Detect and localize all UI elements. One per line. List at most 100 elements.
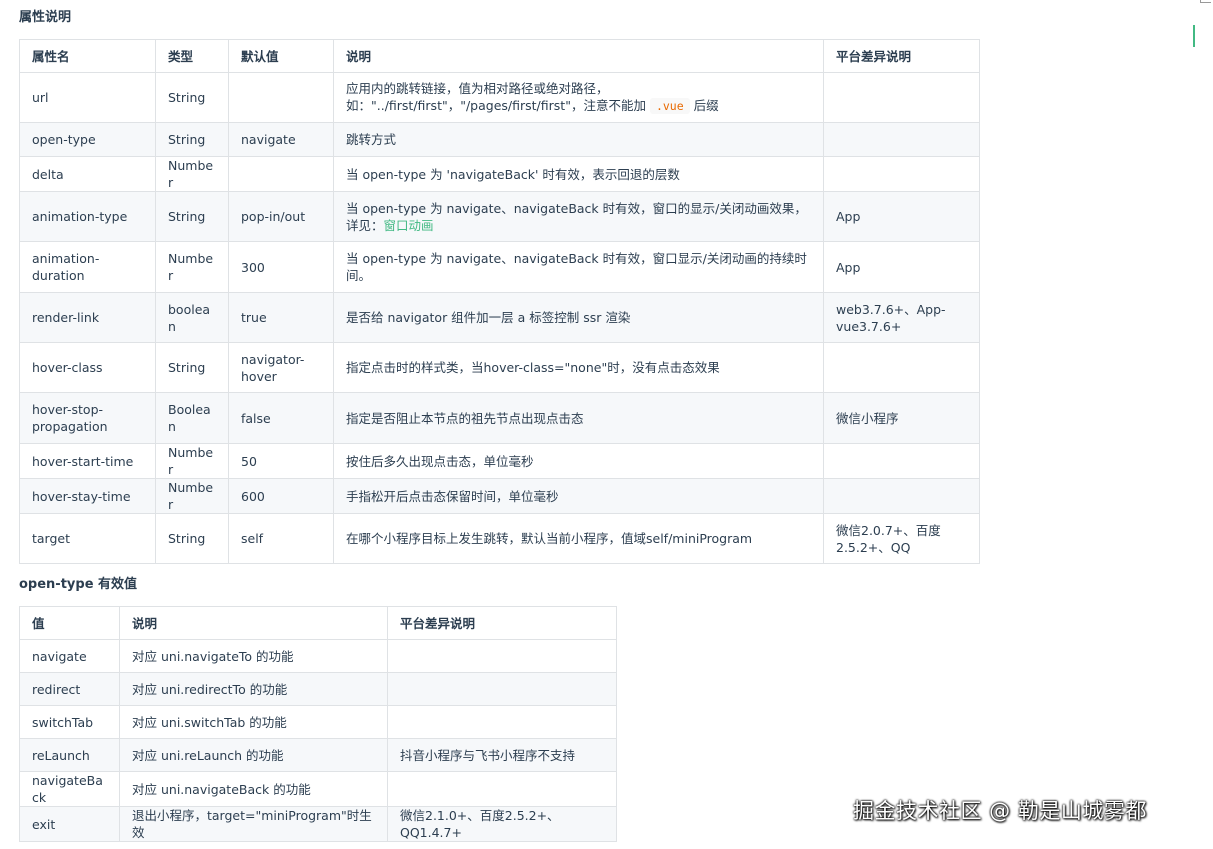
prop-name: open-type [19,122,156,157]
prop-platform [823,478,980,514]
table-row: open-type String navigate 跳转方式 [19,122,980,157]
open-type-platform: 微信2.1.0+、百度2.5.2+、QQ1.4.7+ [387,806,617,842]
prop-desc-line2: 如："../first/first"，"/pages/first/first"，… [346,97,811,115]
prop-type: Boolean [155,392,229,444]
table-header-row: 值 说明 平台差异说明 [19,606,617,640]
window-animation-link[interactable]: 窗口动画 [384,218,434,233]
header-cell: 属性名 [19,39,156,73]
open-type-platform [387,705,617,739]
prop-desc: 在哪个小程序目标上发生跳转，默认当前小程序，值域self/miniProgram [333,513,824,564]
table-row: reLaunch 对应 uni.reLaunch 的功能 抖音小程序与飞书小程序… [19,738,617,772]
prop-name: hover-stop-propagation [19,392,156,444]
prop-type: String [155,513,229,564]
prop-name: animation-type [19,191,156,242]
prop-name: animation-duration [19,241,156,293]
prop-default: true [228,292,334,343]
prop-platform: web3.7.6+、App-vue3.7.6+ [823,292,980,343]
prop-desc-text: 如："../first/first"，"/pages/first/first"，… [346,98,646,113]
prop-default [228,72,334,123]
prop-type: String [155,191,229,242]
prop-desc: 指定是否阻止本节点的祖先节点出现点击态 [333,392,824,444]
scroll-indicator [1193,25,1195,47]
header-cell: 值 [19,606,120,640]
open-type-table: 值 说明 平台差异说明 navigate 对应 uni.navigateTo 的… [19,606,617,842]
open-type-value: navigate [19,639,120,673]
table-row: render-link boolean true 是否给 navigator 组… [19,292,980,343]
prop-type: String [155,72,229,123]
inline-code: .vue [649,98,690,114]
prop-type: Number [155,241,229,293]
prop-name: delta [19,156,156,192]
prop-platform [823,342,980,393]
prop-type: Number [155,443,229,479]
header-cell: 平台差异说明 [387,606,617,640]
table-row: redirect 对应 uni.redirectTo 的功能 [19,672,617,706]
open-type-section-title: open-type 有效值 [19,577,138,592]
prop-desc: 指定点击时的样式类，当hover-class="none"时，没有点击态效果 [333,342,824,393]
open-type-platform [387,771,617,807]
prop-default: navigate [228,122,334,157]
prop-desc: 当 open-type 为 'navigateBack' 时有效，表示回退的层数 [333,156,824,192]
watermark: 掘金技术社区 @ 勒是山城雾都 [853,799,1147,823]
prop-platform [823,122,980,157]
open-type-platform [387,639,617,673]
prop-default: 300 [228,241,334,293]
prop-desc-text: 后缀 [693,98,719,113]
prop-platform: App [823,191,980,242]
prop-platform [823,443,980,479]
prop-name: hover-start-time [19,443,156,479]
header-cell: 说明 [119,606,388,640]
prop-default: 600 [228,478,334,514]
open-type-desc: 退出小程序，target="miniProgram"时生效 [119,806,388,842]
prop-default: pop-in/out [228,191,334,242]
prop-desc: 是否给 navigator 组件加一层 a 标签控制 ssr 渲染 [333,292,824,343]
open-type-value: switchTab [19,705,120,739]
prop-desc: 当 open-type 为 navigate、navigateBack 时有效，… [333,241,824,293]
prop-desc: 按住后多久出现点击态，单位毫秒 [333,443,824,479]
table-row: animation-type String pop-in/out 当 open-… [19,191,980,242]
open-type-desc: 对应 uni.navigateBack 的功能 [119,771,388,807]
table-row: hover-stay-time Number 600 手指松开后点击态保留时间，… [19,478,980,514]
open-type-value: navigateBack [19,771,120,807]
table-row: switchTab 对应 uni.switchTab 的功能 [19,705,617,739]
table-row: exit 退出小程序，target="miniProgram"时生效 微信2.1… [19,806,617,842]
prop-platform [823,72,980,123]
prop-name: hover-class [19,342,156,393]
prop-desc: 跳转方式 [333,122,824,157]
prop-name: url [19,72,156,123]
open-type-platform [387,672,617,706]
open-type-value: redirect [19,672,120,706]
table-row: url String 应用内的跳转链接，值为相对路径或绝对路径， 如："../f… [19,72,980,123]
prop-name: target [19,513,156,564]
table-row: hover-start-time Number 50 按住后多久出现点击态，单位… [19,443,980,479]
table-row: navigate 对应 uni.navigateTo 的功能 [19,639,617,673]
header-cell: 默认值 [228,39,334,73]
prop-default: navigator-hover [228,342,334,393]
props-table: 属性名 类型 默认值 说明 平台差异说明 url String 应用内的跳转链接… [19,39,980,564]
table-header-row: 属性名 类型 默认值 说明 平台差异说明 [19,39,980,73]
prop-name: render-link [19,292,156,343]
prop-platform: 微信小程序 [823,392,980,444]
header-cell: 说明 [333,39,824,73]
prop-default: self [228,513,334,564]
table-row: navigateBack 对应 uni.navigateBack 的功能 [19,771,617,807]
prop-desc-line1: 应用内的跳转链接，值为相对路径或绝对路径， [346,81,609,96]
table-row: target String self 在哪个小程序目标上发生跳转，默认当前小程序… [19,513,980,564]
prop-desc: 应用内的跳转链接，值为相对路径或绝对路径， 如："../first/first"… [333,72,824,123]
prop-desc: 当 open-type 为 navigate、navigateBack 时有效，… [333,191,824,242]
prop-desc: 手指松开后点击态保留时间，单位毫秒 [333,478,824,514]
prop-type: String [155,122,229,157]
open-type-desc: 对应 uni.redirectTo 的功能 [119,672,388,706]
prop-default: false [228,392,334,444]
prop-type: boolean [155,292,229,343]
corner-mark [1200,0,1211,3]
table-row: delta Number 当 open-type 为 'navigateBack… [19,156,980,192]
prop-default [228,156,334,192]
prop-name: hover-stay-time [19,478,156,514]
header-cell: 类型 [155,39,229,73]
table-row: hover-stop-propagation Boolean false 指定是… [19,392,980,444]
prop-platform: App [823,241,980,293]
prop-platform: 微信2.0.7+、百度2.5.2+、QQ [823,513,980,564]
open-type-value: exit [19,806,120,842]
prop-type: String [155,342,229,393]
